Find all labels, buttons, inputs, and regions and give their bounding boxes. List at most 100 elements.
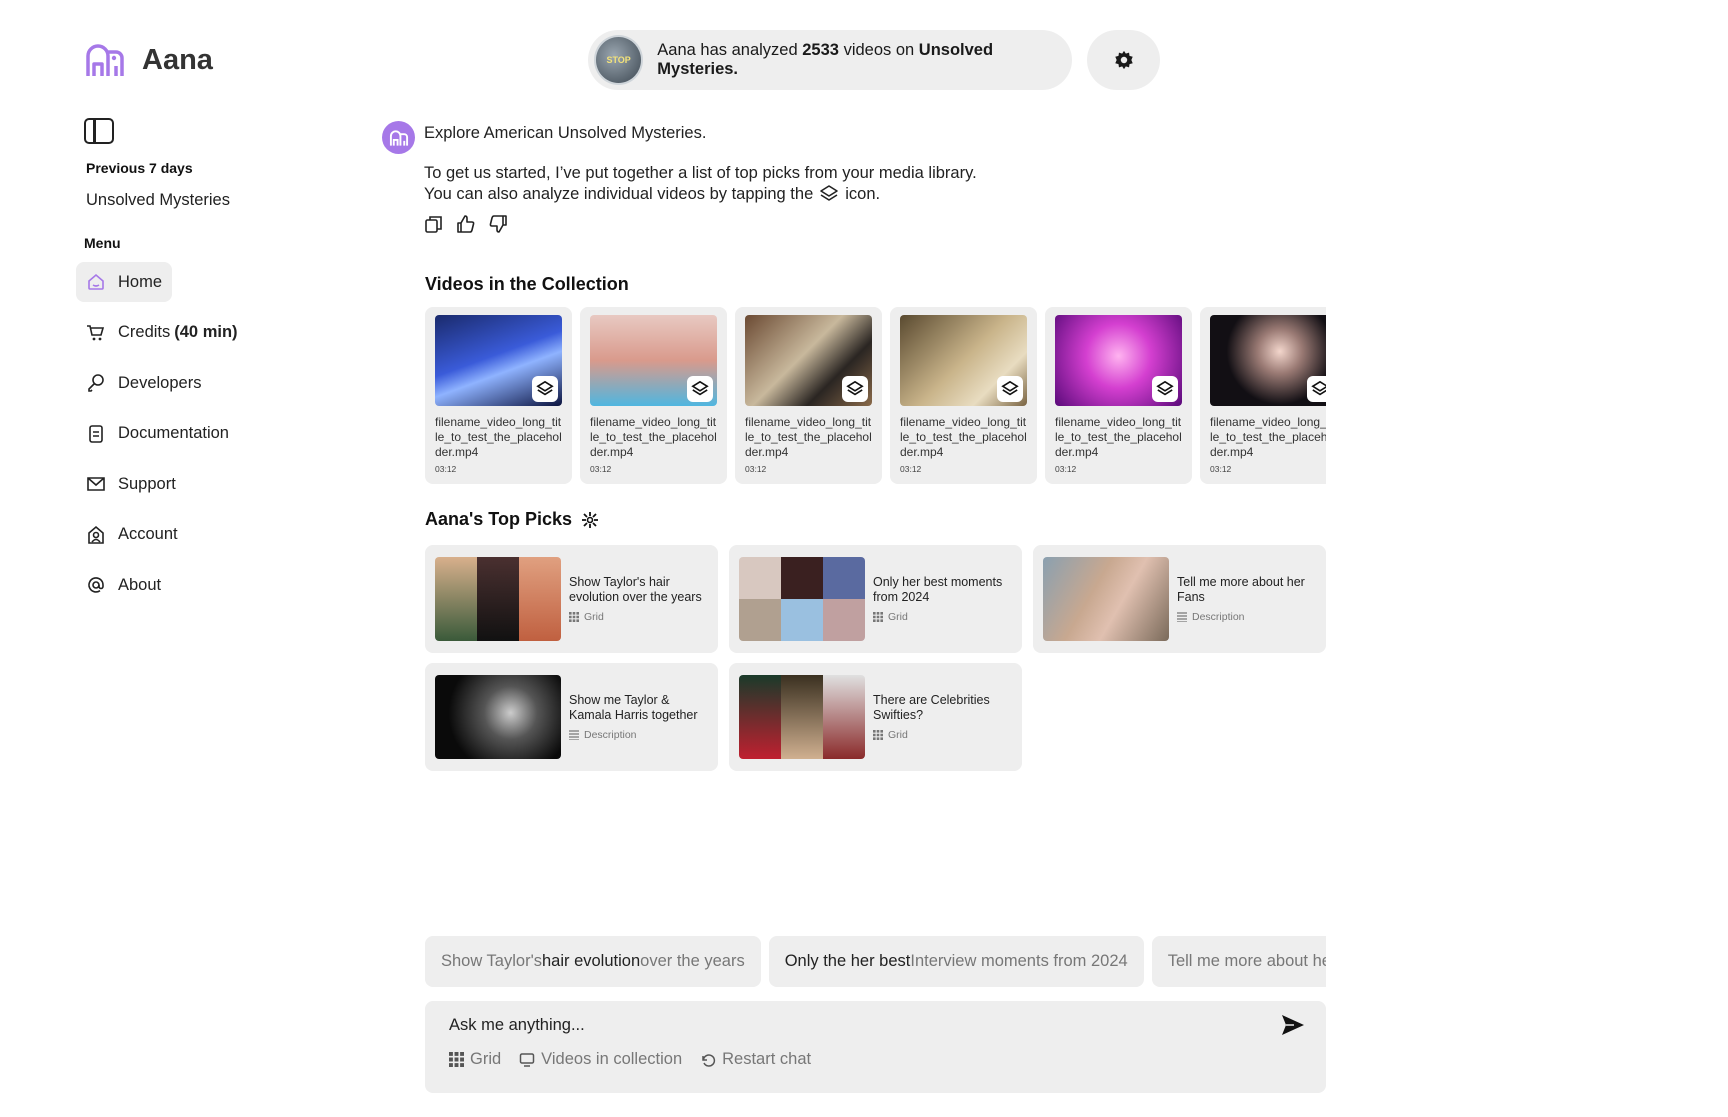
video-card[interactable]: filename_video_long_title_to_test_the_pl… bbox=[1045, 307, 1192, 484]
elephant-logo-icon bbox=[389, 129, 408, 146]
pick-title: There are Celebrities Swifties? bbox=[873, 693, 990, 722]
sidebar-item-label: Documentation bbox=[118, 424, 229, 442]
videos-section-title: Videos in the Collection bbox=[425, 274, 629, 294]
sidebar-toggle-icon[interactable] bbox=[84, 118, 114, 144]
sidebar-item-home[interactable]: Home bbox=[76, 262, 173, 302]
gear-icon bbox=[1114, 50, 1133, 70]
top-pick-card[interactable]: Tell me more about her Fans Description bbox=[1033, 545, 1326, 653]
sidebar-item-support[interactable]: Support bbox=[76, 464, 186, 504]
history-label: Previous 7 days bbox=[86, 160, 193, 176]
restart-chat-button[interactable]: Restart chat bbox=[700, 1050, 811, 1069]
analyze-button[interactable] bbox=[842, 376, 868, 402]
video-duration: 03:12 bbox=[900, 464, 922, 474]
video-duration: 03:12 bbox=[435, 464, 457, 474]
cart-icon bbox=[87, 324, 105, 340]
suggestion-chip[interactable]: Tell me more about her Fans bbox=[1151, 936, 1326, 987]
video-filename: filename_video_long_title_to_test_the_pl… bbox=[1210, 415, 1326, 459]
grid-mode-button[interactable]: Grid bbox=[449, 1050, 501, 1069]
history-item[interactable]: Unsolved Mysteries bbox=[86, 191, 230, 210]
restart-icon bbox=[702, 1053, 716, 1067]
video-duration: 03:12 bbox=[745, 464, 767, 474]
settings-button[interactable] bbox=[1087, 30, 1160, 90]
sidebar-item-account[interactable]: Account bbox=[76, 515, 188, 555]
key-icon bbox=[88, 374, 104, 392]
assistant-message-hint: You can also analyze individual videos b… bbox=[424, 184, 881, 203]
chat-composer: Grid Videos in collection Restart chat bbox=[425, 1001, 1326, 1093]
suggestion-chip[interactable]: Only the her best Interview moments from… bbox=[768, 936, 1144, 987]
elephant-logo-icon bbox=[86, 44, 124, 76]
video-card[interactable]: filename_video_long_title_to_test_the_pl… bbox=[580, 307, 727, 484]
sparkle-icon bbox=[582, 511, 598, 528]
pick-title: Tell me more about her Fans bbox=[1177, 575, 1305, 604]
analyze-button[interactable] bbox=[997, 376, 1023, 402]
video-card[interactable]: filename_video_long_title_to_test_the_pl… bbox=[425, 307, 572, 484]
home-icon bbox=[88, 273, 104, 290]
layers-icon bbox=[846, 380, 864, 396]
top-picks-title: Aana's Top Picks bbox=[425, 509, 600, 530]
pick-thumbnail bbox=[739, 675, 865, 759]
assistant-avatar bbox=[382, 121, 415, 154]
video-filename: filename_video_long_title_to_test_the_pl… bbox=[435, 415, 562, 459]
sidebar-item-label: About bbox=[118, 575, 162, 594]
video-card[interactable]: filename_video_long_title_to_test_the_pl… bbox=[735, 307, 882, 484]
video-card[interactable]: filename_video_long_title_to_test_the_pl… bbox=[890, 307, 1037, 484]
video-carousel[interactable]: filename_video_long_title_to_test_the_pl… bbox=[425, 307, 1326, 485]
top-pick-card[interactable]: Show me Taylor & Kamala Harris together … bbox=[425, 663, 718, 771]
collection-avatar: STOP bbox=[594, 35, 644, 85]
suggestion-chip[interactable]: Show Taylor's hair evolution over the ye… bbox=[425, 936, 761, 987]
analyze-button[interactable] bbox=[1307, 376, 1326, 402]
layers-icon bbox=[1156, 380, 1174, 396]
top-pick-card[interactable]: There are Celebrities Swifties? Grid bbox=[729, 663, 1022, 771]
video-card[interactable]: filename_video_long_title_to_test_the_pl… bbox=[1200, 307, 1326, 484]
sidebar-item-documentation[interactable]: Documentation bbox=[76, 414, 239, 454]
sidebar-nav: Home Credits (40 min) Developers Documen… bbox=[76, 262, 306, 616]
layers-icon bbox=[1001, 380, 1019, 396]
thumbs-down-icon[interactable] bbox=[488, 214, 508, 234]
sidebar-item-label: Home bbox=[118, 272, 163, 291]
suggestion-chips: Show Taylor's hair evolution over the ye… bbox=[425, 936, 1326, 987]
grid-icon bbox=[569, 612, 579, 622]
send-icon[interactable] bbox=[1280, 1013, 1306, 1037]
copy-icon[interactable] bbox=[424, 214, 444, 234]
top-pick-card[interactable]: Only her best moments from 2024 Grid bbox=[729, 545, 1022, 653]
analyze-button[interactable] bbox=[532, 376, 558, 402]
chat-input[interactable] bbox=[449, 1011, 1249, 1039]
credits-amount: (40 min) bbox=[174, 323, 238, 341]
grid-icon bbox=[449, 1052, 464, 1067]
sidebar-item-developers[interactable]: Developers bbox=[76, 363, 211, 403]
analyze-button[interactable] bbox=[1152, 376, 1178, 402]
video-thumbnail bbox=[1210, 315, 1326, 406]
pick-type: Description bbox=[569, 729, 708, 741]
pick-type: Grid bbox=[569, 611, 708, 623]
sidebar-item-about[interactable]: About bbox=[76, 565, 171, 605]
video-thumbnail bbox=[435, 315, 562, 406]
videos-in-collection-button[interactable]: Videos in collection bbox=[519, 1050, 682, 1069]
pick-type: Description bbox=[1177, 611, 1316, 623]
sidebar-item-credits[interactable]: Credits (40 min) bbox=[76, 313, 248, 353]
pick-thumbnail bbox=[435, 557, 561, 641]
video-duration: 03:12 bbox=[590, 464, 612, 474]
layers-icon bbox=[1311, 380, 1326, 396]
document-icon bbox=[89, 424, 103, 443]
pick-type: Grid bbox=[873, 611, 1012, 623]
video-filename: filename_video_long_title_to_test_the_pl… bbox=[900, 415, 1027, 459]
sidebar-item-label: Support bbox=[118, 474, 176, 493]
video-thumbnail bbox=[590, 315, 717, 406]
grid-icon bbox=[873, 730, 883, 740]
thumbs-up-icon[interactable] bbox=[456, 214, 476, 234]
list-icon bbox=[1177, 612, 1187, 622]
layers-icon bbox=[691, 380, 709, 396]
analyze-button[interactable] bbox=[687, 376, 713, 402]
pick-title: Show me Taylor & Kamala Harris together bbox=[569, 693, 698, 722]
mail-icon bbox=[87, 477, 105, 491]
collection-status[interactable]: STOP Aana has analyzed 2533 videos on Un… bbox=[588, 30, 1072, 90]
message-actions bbox=[424, 214, 508, 234]
assistant-message-body: To get us started, I’ve put together a l… bbox=[424, 164, 977, 182]
video-thumbnail bbox=[900, 315, 1027, 406]
pick-title: Only her best moments from 2024 bbox=[873, 575, 1003, 604]
app-logo[interactable]: Aana bbox=[84, 42, 213, 78]
sidebar-item-label: Credits bbox=[118, 323, 171, 341]
video-filename: filename_video_long_title_to_test_the_pl… bbox=[590, 415, 717, 459]
top-pick-card[interactable]: Show Taylor's hair evolution over the ye… bbox=[425, 545, 718, 653]
video-duration: 03:12 bbox=[1055, 464, 1077, 474]
